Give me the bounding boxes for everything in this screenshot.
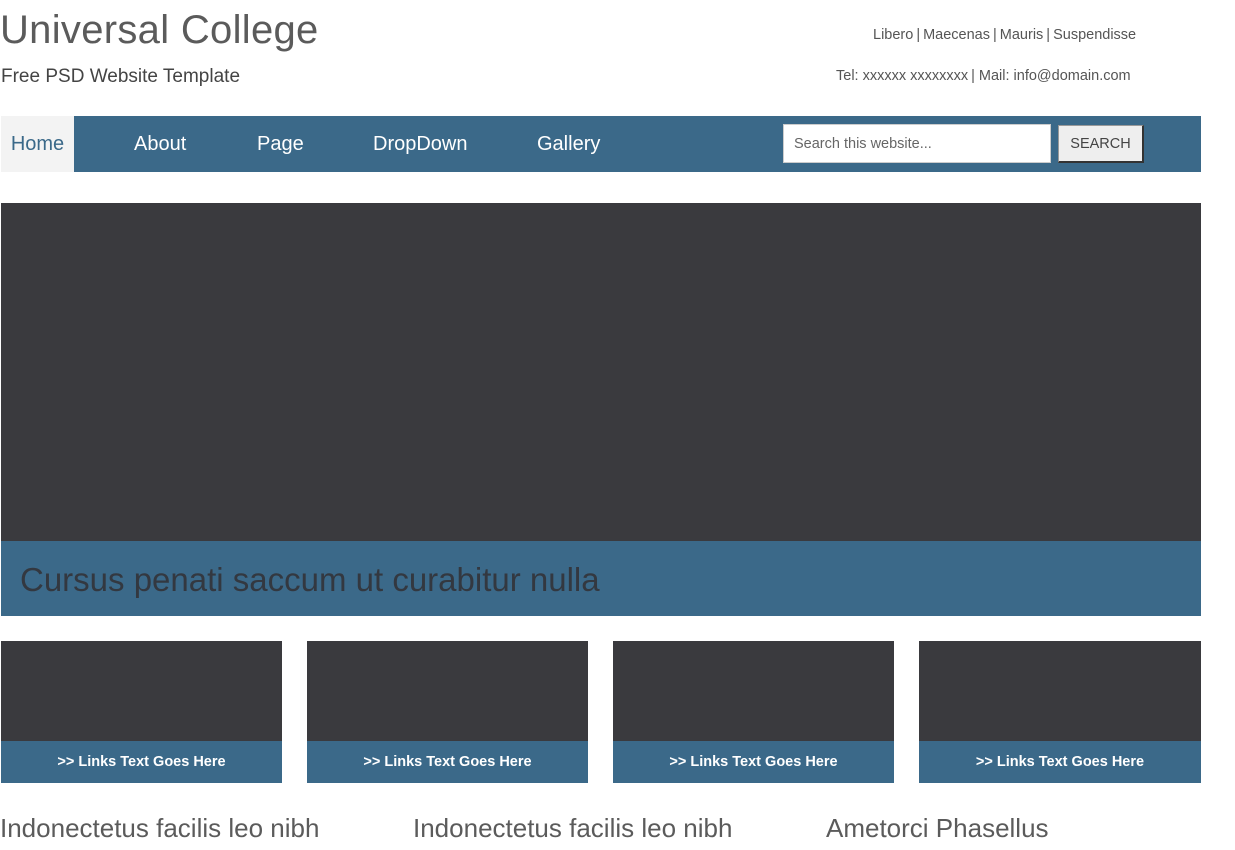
site-tagline: Free PSD Website Template	[1, 66, 241, 87]
feature-box: >> Links Text Goes Here	[307, 641, 588, 783]
feature-box: >> Links Text Goes Here	[1, 641, 282, 783]
feature-box: >> Links Text Goes Here	[919, 641, 1201, 783]
nav-item-about[interactable]: About	[134, 116, 186, 172]
hero-caption: Cursus penati saccum ut curabitur nulla	[20, 561, 600, 598]
page: Universal College Free PSD Website Templ…	[0, 0, 1235, 850]
site-title[interactable]: Universal College	[0, 8, 319, 53]
top-link-maecenas[interactable]: Maecenas	[923, 27, 990, 43]
top-link-suspendisse[interactable]: Suspendisse	[1053, 27, 1136, 43]
top-link-libero[interactable]: Libero	[873, 27, 913, 43]
contact-tel: Tel: xxxxxx xxxxxxxx	[836, 68, 969, 84]
top-link-separator: |	[993, 27, 997, 43]
search-button[interactable]: SEARCH	[1058, 125, 1144, 163]
feature-link[interactable]: >> Links Text Goes Here	[919, 741, 1201, 783]
nav-item-gallery[interactable]: Gallery	[537, 116, 600, 172]
search-input[interactable]	[783, 124, 1051, 163]
top-links: Libero | Maecenas | Mauris | Suspendisse	[873, 27, 1136, 43]
feature-link[interactable]: >> Links Text Goes Here	[613, 741, 894, 783]
nav-item-page[interactable]: Page	[257, 116, 304, 172]
column-heading: Ametorci Phasellus	[826, 813, 1049, 843]
nav-item-home[interactable]: Home	[1, 116, 74, 172]
top-link-separator: |	[1046, 27, 1051, 43]
feature-link[interactable]: >> Links Text Goes Here	[1, 741, 282, 783]
column-heading: Indonectetus facilis leo nibh	[413, 813, 733, 843]
main-nav: Home About Page DropDown Gallery SEARCH	[1, 116, 1201, 172]
column-heading: Indonectetus facilis leo nibh	[0, 813, 320, 843]
hero-caption-bar: Cursus penati saccum ut curabitur nulla	[1, 541, 1201, 616]
contact-separator: |	[971, 68, 975, 84]
top-link-separator: |	[916, 27, 921, 43]
feature-link[interactable]: >> Links Text Goes Here	[307, 741, 588, 783]
feature-box: >> Links Text Goes Here	[613, 641, 894, 783]
nav-item-dropdown[interactable]: DropDown	[373, 116, 467, 172]
hero-slider-image	[1, 203, 1201, 541]
top-link-mauris[interactable]: Mauris	[1000, 27, 1044, 43]
contact-mail[interactable]: Mail: info@domain.com	[979, 68, 1131, 84]
contact-line: Tel: xxxxxx xxxxxxxx | Mail: info@domain.c…	[836, 68, 1131, 84]
